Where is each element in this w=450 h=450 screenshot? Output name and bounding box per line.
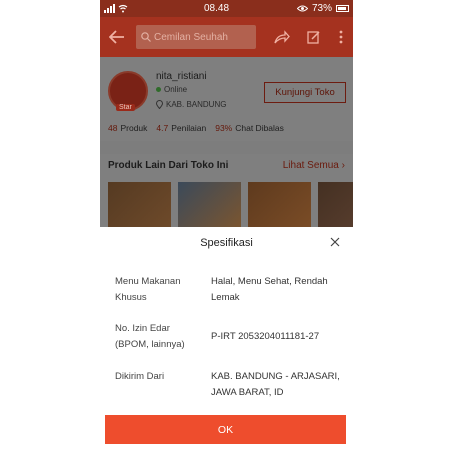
edit-button[interactable] (303, 26, 325, 48)
spec-row: Menu Makanan Khusus Halal, Menu Sehat, R… (115, 274, 345, 308)
status-left (104, 4, 164, 13)
search-input[interactable]: Cemilan Seuhah (136, 25, 256, 49)
signal-icon (104, 4, 115, 13)
spec-value: P-IRT 2053204011181-27 (211, 331, 320, 342)
shop-stats: 48 Produk 4.7 Penilaian 93% Chat Dibalas (108, 123, 284, 133)
other-products-title: Produk Lain Dari Toko Ini (108, 160, 229, 171)
visit-shop-button[interactable]: Kunjungi Toko (264, 82, 346, 103)
wifi-icon (118, 4, 128, 13)
spec-key: Dikirim Dari (115, 371, 165, 382)
stat-chat-label: Chat Dibalas (235, 123, 284, 133)
see-all-link[interactable]: Lihat Semua › (283, 160, 345, 171)
shop-avatar[interactable]: Star (108, 71, 148, 111)
stat-chat-num: 93% (215, 123, 233, 133)
chevron-right-icon: › (341, 160, 345, 171)
eye-icon (296, 5, 308, 12)
stat-products-label: Produk (120, 123, 148, 133)
stat-rating: 4.7 Penilaian (156, 123, 206, 133)
edit-icon (307, 31, 320, 44)
shop-location: KAB. BANDUNG (156, 100, 226, 109)
see-all-label: Lihat Semua (282, 160, 339, 171)
back-button[interactable] (106, 26, 128, 48)
stat-products-num: 48 (108, 123, 118, 133)
spec-value: KAB. BANDUNG - ARJASARI, JAWA BARAT, ID (211, 371, 340, 398)
more-button[interactable] (335, 26, 347, 48)
spec-key: No. Izin Edar (BPOM, lainnya) (115, 323, 185, 350)
share-button[interactable] (271, 26, 293, 48)
spec-value: Halal, Menu Sehat, Rendah Lemak (211, 276, 328, 303)
shop-status: Online (156, 85, 187, 94)
product-thumbnail[interactable] (318, 182, 353, 227)
online-dot-icon (156, 87, 161, 92)
top-header: Cemilan Seuhah (100, 17, 353, 57)
product-thumbnail[interactable] (248, 182, 311, 227)
header-actions (271, 26, 347, 48)
stat-rating-num: 4.7 (156, 123, 169, 133)
ok-button[interactable]: OK (105, 415, 346, 444)
shop-card: Star nita_ristiani Online KAB. BANDUNG K… (100, 57, 353, 141)
phone-screen: 08.48 73% Cemilan Seuhah Star nita_risti… (100, 0, 353, 450)
star-badge: Star (116, 104, 135, 111)
arrow-left-icon (109, 30, 124, 44)
share-icon (274, 30, 290, 44)
more-vertical-icon (339, 30, 343, 44)
spec-row: Dikirim Dari KAB. BANDUNG - ARJASARI, JA… (115, 369, 345, 403)
status-right: 73% (269, 3, 349, 14)
stat-rating-label: Penilaian (171, 123, 207, 133)
search-placeholder: Cemilan Seuhah (154, 31, 228, 43)
stat-products: 48 Produk (108, 123, 147, 133)
location-pin-icon (156, 100, 163, 109)
close-button[interactable] (328, 235, 342, 249)
sheet-title: Spesifikasi (200, 237, 253, 249)
specification-sheet: Spesifikasi Menu Makanan Khusus Halal, M… (100, 227, 353, 450)
shop-location-text: KAB. BANDUNG (166, 100, 227, 109)
product-thumbnail[interactable] (108, 182, 171, 227)
status-time: 08.48 (203, 3, 230, 14)
shop-section: Star nita_ristiani Online KAB. BANDUNG K… (100, 57, 353, 227)
status-bar: 08.48 73% (100, 0, 353, 17)
shop-name: nita_ristiani (156, 71, 207, 82)
close-icon (330, 237, 340, 247)
battery-icon (336, 5, 349, 12)
product-thumbnail[interactable] (178, 182, 241, 227)
shop-status-text: Online (164, 85, 188, 94)
spec-row: No. Izin Edar (BPOM, lainnya) P-IRT 2053… (115, 321, 345, 355)
stat-chat: 93% Chat Dibalas (215, 123, 284, 133)
search-icon (141, 32, 151, 42)
battery-percent: 73% (311, 3, 332, 14)
spec-key: Menu Makanan Khusus (115, 276, 181, 303)
other-products-section: Produk Lain Dari Toko Ini Lihat Semua › (100, 154, 353, 227)
